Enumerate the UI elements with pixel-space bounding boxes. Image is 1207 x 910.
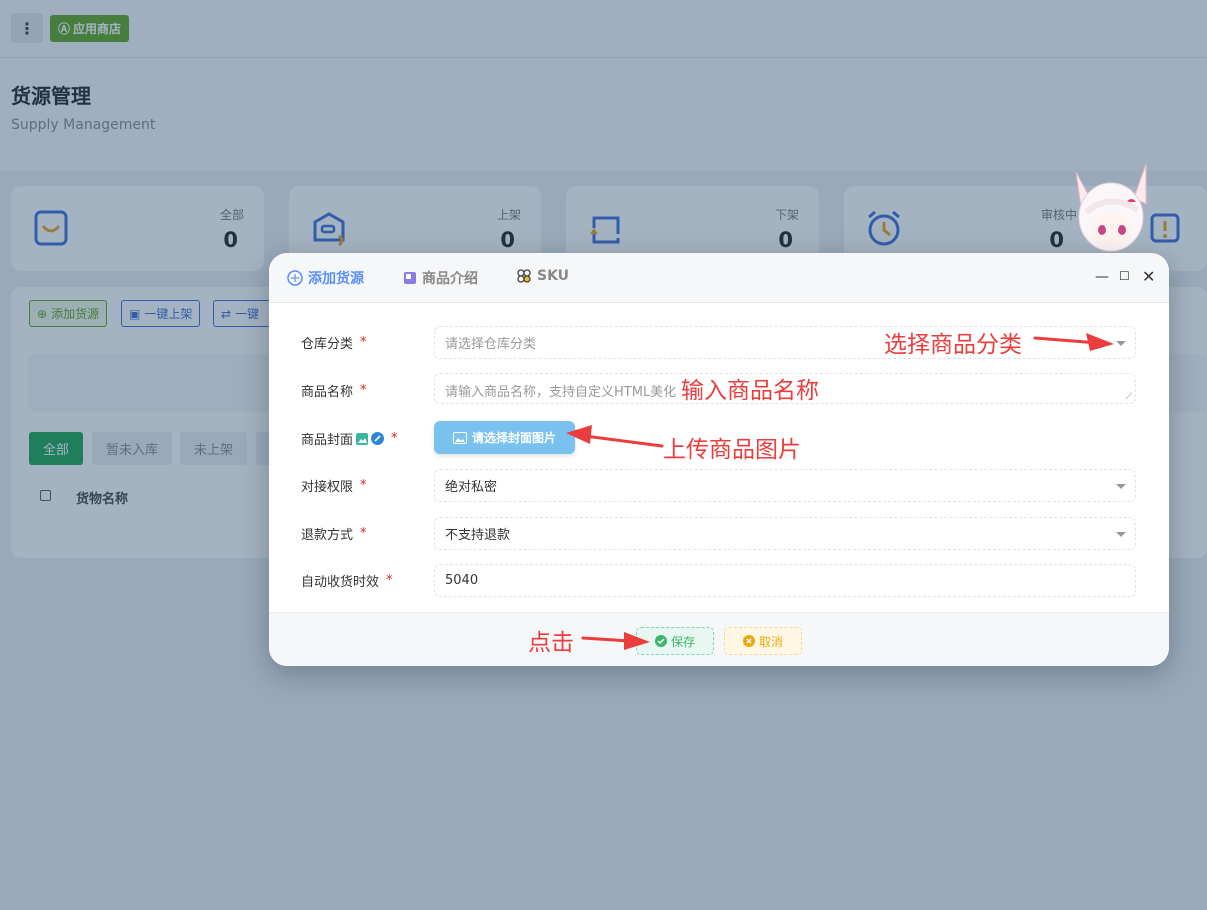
category-select[interactable]: 请选择仓库分类 — [434, 326, 1136, 359]
cancel-label: 取消 — [758, 634, 783, 649]
auto-receive-input[interactable]: 5040 — [434, 564, 1136, 597]
chevron-down-icon — [1116, 341, 1126, 346]
permission-label-text: 对接权限 — [301, 480, 354, 495]
save-button[interactable]: 保存 — [636, 627, 714, 655]
mascot-sticker — [1075, 163, 1147, 252]
image-icon — [452, 431, 467, 444]
chevron-down-icon — [1116, 484, 1126, 489]
annotation-cover: 上传商品图片 — [663, 437, 801, 463]
permission-label: 对接权限 * — [301, 478, 367, 495]
refund-label: 退款方式 * — [301, 526, 367, 543]
name-label-text: 商品名称 — [301, 385, 354, 400]
tab-sku[interactable]: SKU — [516, 268, 569, 284]
maximize-icon[interactable]: ☐ — [1119, 269, 1130, 283]
name-placeholder: 请输入商品名称，支持自定义HTML美化 — [445, 385, 677, 400]
image-small-icon[interactable] — [356, 432, 369, 445]
modal-header: 添加货源 商品介绍 SKU — ☐ ✕ — [269, 253, 1169, 303]
tab-product-intro[interactable]: 商品介绍 — [403, 268, 478, 288]
x-circle-icon — [742, 635, 755, 647]
upload-cover-button[interactable]: 请选择封面图片 — [434, 421, 575, 454]
refund-select[interactable]: 不支持退款 — [434, 517, 1136, 550]
refund-value: 不支持退款 — [445, 528, 511, 543]
close-icon[interactable]: ✕ — [1142, 267, 1155, 286]
auto-receive-label: 自动收货时效 * — [301, 573, 393, 590]
permission-select[interactable]: 绝对私密 — [434, 469, 1136, 502]
category-label: 仓库分类 * — [301, 335, 367, 352]
auto-receive-value: 5040 — [445, 573, 479, 588]
plus-circle-icon — [287, 270, 303, 286]
cover-label-text: 商品封面 — [301, 433, 354, 448]
category-placeholder: 请选择仓库分类 — [445, 337, 537, 352]
cancel-button[interactable]: 取消 — [724, 627, 802, 655]
chevron-down-icon — [1116, 532, 1126, 537]
annotation-category: 选择商品分类 — [884, 332, 1022, 358]
minimize-icon[interactable]: — — [1095, 269, 1109, 285]
category-label-text: 仓库分类 — [301, 337, 354, 352]
annotation-click: 点击 — [528, 630, 574, 656]
annotation-name: 输入商品名称 — [681, 378, 819, 404]
refund-label-text: 退款方式 — [301, 528, 354, 543]
cover-label: 商品封面 * — [301, 431, 398, 448]
tab-add-supply[interactable]: 添加货源 — [287, 268, 364, 288]
tab-sku-label: SKU — [537, 268, 570, 284]
book-icon — [404, 272, 416, 284]
upload-cover-label: 请选择封面图片 — [471, 431, 556, 445]
name-label: 商品名称 * — [301, 383, 367, 400]
link-icon[interactable] — [371, 432, 385, 445]
auto-receive-label-text: 自动收货时效 — [301, 575, 380, 590]
tab-product-intro-label: 商品介绍 — [422, 271, 478, 287]
modal-footer: 保存 取消 — [269, 612, 1169, 666]
resize-handle-icon[interactable]: ⟋ — [1126, 392, 1132, 402]
check-circle-icon — [654, 635, 667, 647]
tab-add-supply-label: 添加货源 — [308, 271, 364, 287]
clover-icon — [517, 269, 531, 283]
permission-value: 绝对私密 — [445, 480, 498, 495]
save-label: 保存 — [670, 634, 695, 649]
